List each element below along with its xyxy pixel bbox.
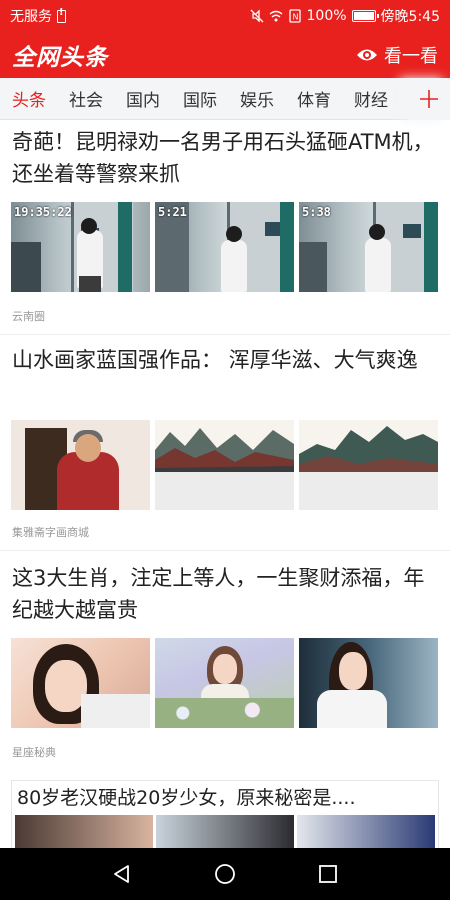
eye-icon [357, 49, 377, 61]
tab-sports[interactable]: 体育 [285, 86, 342, 111]
battery-icon [351, 10, 379, 22]
video-timestamp: 5:21 [158, 205, 187, 219]
mute-icon [250, 9, 263, 23]
article-item[interactable]: 这3大生肖，注定上等人，一生聚财添福，年纪越大越富贵 星座秘典 [0, 562, 450, 767]
article-thumbnail[interactable] [299, 420, 438, 510]
tab-headlines[interactable]: 头条 [0, 86, 57, 111]
nfc-icon: N [288, 9, 301, 23]
article-source: 云南圈 [12, 310, 45, 323]
clock: 傍晚5:45 [380, 9, 440, 25]
home-icon [215, 864, 235, 884]
category-tabs: 头条 社会 国内 国际 娱乐 体育 财经 [0, 78, 450, 120]
recent-apps-button[interactable] [308, 854, 348, 894]
article-thumbnail[interactable] [155, 638, 294, 728]
article-thumbnail[interactable] [11, 420, 150, 510]
tab-international[interactable]: 国际 [171, 86, 228, 111]
article-thumbnail[interactable] [297, 815, 435, 848]
article-thumbnails[interactable]: 19:35:22 5:21 5:38 [11, 202, 438, 292]
divider [0, 550, 450, 551]
news-feed[interactable]: 奇葩！昆明禄劝一名男子用石头猛砸ATM机，还坐着等警察来抓 19:35:22 5… [0, 120, 450, 848]
article-source: 星座秘典 [12, 746, 56, 759]
tab-entertainment[interactable]: 娱乐 [228, 86, 285, 111]
article-title[interactable]: 这3大生肖，注定上等人，一生聚财添福，年纪越大越富贵 [0, 562, 450, 626]
article-item[interactable]: 山水画家蓝国强作品： 浑厚华滋、大气爽逸 集雅斋字画商城 [0, 344, 450, 544]
system-nav-bar [0, 848, 450, 900]
back-button[interactable] [102, 854, 142, 894]
article-thumbnail[interactable]: 5:38 [299, 202, 438, 292]
svg-text:N: N [292, 13, 298, 22]
sim-icon [57, 7, 66, 23]
article-thumbnail[interactable] [11, 638, 150, 728]
back-icon [113, 865, 129, 883]
video-timestamp: 5:38 [302, 205, 331, 219]
article-card[interactable]: 80岁老汉硬战20岁少女，原来秘密是.... [11, 780, 439, 848]
article-thumbnail[interactable] [15, 815, 153, 848]
app-header: 全网头条 看一看 [0, 32, 450, 78]
tab-finance[interactable]: 财经 [342, 86, 399, 111]
article-title[interactable]: 山水画家蓝国强作品： 浑厚华滋、大气爽逸 [0, 344, 450, 376]
divider [0, 334, 450, 335]
article-thumbnails[interactable] [12, 815, 438, 848]
tab-society[interactable]: 社会 [57, 86, 114, 111]
article-thumbnail[interactable]: 5:21 [155, 202, 294, 292]
article-thumbnails[interactable] [11, 420, 438, 510]
app-logo[interactable]: 全网头条 [12, 38, 108, 72]
battery-percent: 100% [306, 8, 347, 24]
watch-button[interactable]: 看一看 [356, 42, 438, 68]
article-thumbnail[interactable] [155, 420, 294, 510]
article-thumbnail[interactable] [156, 815, 294, 848]
article-item[interactable]: 奇葩！昆明禄劝一名男子用石头猛砸ATM机，还坐着等警察来抓 19:35:22 5… [0, 126, 450, 331]
article-title[interactable]: 80岁老汉硬战20岁少女，原来秘密是.... [12, 781, 438, 815]
add-channel-button[interactable] [408, 78, 450, 120]
article-thumbnail[interactable]: 19:35:22 [11, 202, 150, 292]
recent-apps-icon [319, 865, 338, 883]
tab-domestic[interactable]: 国内 [114, 86, 171, 111]
article-title[interactable]: 奇葩！昆明禄劝一名男子用石头猛砸ATM机，还坐着等警察来抓 [0, 126, 450, 190]
home-button[interactable] [205, 854, 245, 894]
article-thumbnail[interactable] [299, 638, 438, 728]
plus-icon [420, 90, 438, 108]
status-bar: 无服务 N 100% 傍晚5:45 [0, 0, 450, 32]
article-source: 集雅斋字画商城 [12, 526, 89, 539]
video-timestamp: 19:35:22 [14, 205, 72, 219]
watch-label: 看一看 [384, 46, 438, 67]
article-thumbnails[interactable] [11, 638, 438, 728]
carrier-text: 无服务 [10, 9, 52, 25]
wifi-icon [269, 10, 282, 22]
